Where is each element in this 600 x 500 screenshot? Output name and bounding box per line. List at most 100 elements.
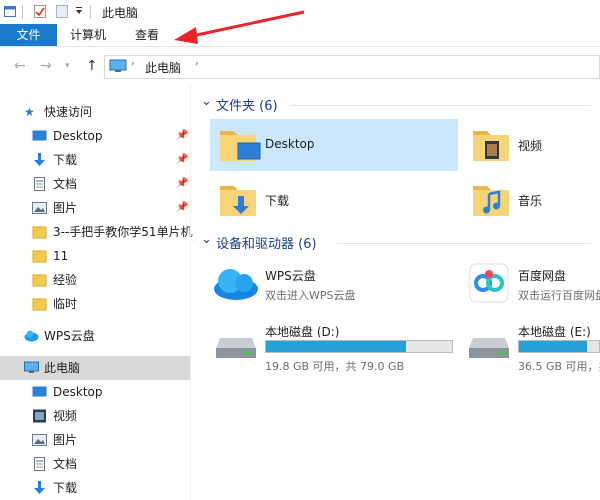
content-area: ⌄ 文件夹 (6) Desktop 视频 下载 音乐 ⌄ 设备和驱动器 (6)	[191, 84, 600, 500]
drive-free-space: 19.8 GB 可用，共 79.0 GB	[265, 360, 405, 373]
nav-item-documents[interactable]: 文档 📌	[0, 172, 190, 196]
breadcrumb-chevron-icon[interactable]: ›	[195, 59, 199, 69]
undo-check-icon[interactable]	[34, 5, 46, 18]
folder-tile-label: 下载	[265, 194, 290, 208]
nav-item-label: Desktop	[53, 129, 103, 143]
nav-item-label: 图片	[53, 433, 78, 447]
forward-arrow-icon[interactable]: →	[40, 58, 52, 74]
download-icon	[34, 481, 45, 494]
breadcrumb-this-pc[interactable]: 此电脑	[145, 59, 181, 76]
folder-tile-music[interactable]: 音乐	[463, 174, 600, 226]
download-folder-icon	[220, 186, 256, 216]
folder-tile-desktop[interactable]: Desktop	[210, 119, 458, 171]
video-folder-icon	[473, 131, 509, 161]
document-icon	[34, 177, 45, 191]
nav-item-desktop[interactable]: Desktop 📌	[0, 124, 190, 148]
nav-item-pictures[interactable]: 图片 📌	[0, 196, 190, 220]
nav-item-folder[interactable]: 11	[0, 244, 190, 268]
chevron-down-icon[interactable]	[75, 5, 83, 18]
pin-icon[interactable]: 📌	[176, 172, 188, 196]
back-arrow-icon[interactable]: ←	[14, 58, 26, 74]
tab-view[interactable]: 查看	[135, 24, 159, 46]
new-folder-icon[interactable]	[56, 5, 68, 18]
nav-pc-item-downloads[interactable]: 下载	[0, 476, 190, 500]
nav-item-label: 临时	[53, 297, 78, 311]
devices-section-title[interactable]: 设备和驱动器 (6)	[216, 233, 317, 252]
nav-item-label: 视频	[53, 409, 78, 423]
hard-drive-icon	[469, 338, 509, 358]
device-name: 百度网盘	[518, 269, 567, 283]
nav-item-label: 文档	[53, 177, 78, 191]
folder-tile-label: Desktop	[265, 137, 315, 151]
device-name: WPS云盘	[265, 269, 316, 283]
folder-tile-label: 视频	[518, 139, 543, 153]
up-arrow-icon[interactable]: ↑	[86, 58, 98, 74]
pin-icon[interactable]: 📌	[176, 124, 188, 148]
desktop-icon	[32, 386, 47, 397]
nav-quick-access-label: 快速访问	[44, 105, 93, 119]
qat-separator	[22, 5, 23, 19]
download-icon	[34, 153, 45, 166]
folders-section-title[interactable]: 文件夹 (6)	[216, 95, 278, 114]
drive-usage-fill	[519, 341, 587, 352]
folder-icon	[32, 298, 47, 311]
nav-quick-access[interactable]: ★ 快速访问	[0, 100, 190, 124]
desktop-folder-icon	[220, 131, 261, 161]
picture-icon	[32, 434, 47, 446]
section-chevron-icon[interactable]: ⌄	[201, 232, 212, 247]
nav-item-folder[interactable]: 经验	[0, 268, 190, 292]
device-tile-wps-cloud[interactable]: WPS云盘 双击进入WPS云盘	[210, 257, 458, 309]
this-pc-icon	[24, 361, 39, 373]
address-bar[interactable]: › 此电脑 ›	[104, 55, 600, 79]
device-tile-drive-e[interactable]: 本地磁盘 (E:) 36.5 GB 可用，共	[463, 316, 600, 376]
drive-usage-fill	[266, 341, 406, 352]
document-icon	[34, 457, 45, 471]
annotation-arrow	[174, 10, 305, 44]
nav-item-folder[interactable]: 临时	[0, 292, 190, 316]
nav-pc-item-documents[interactable]: 文档	[0, 452, 190, 476]
drive-usage-bar	[518, 340, 600, 353]
nav-this-pc-label: 此电脑	[44, 361, 81, 375]
star-icon: ★	[24, 105, 35, 119]
nav-this-pc[interactable]: 此电脑	[0, 356, 190, 380]
nav-wps-cloud-label: WPS云盘	[44, 329, 95, 343]
nav-item-label: 文档	[53, 457, 78, 471]
baidu-netdisk-icon	[469, 263, 509, 303]
tab-file[interactable]: 文件	[0, 24, 57, 46]
title-separator	[90, 5, 91, 19]
device-tile-baidu-netdisk[interactable]: 百度网盘 双击运行百度网盘	[463, 257, 600, 309]
nav-pc-item-videos[interactable]: 视频	[0, 404, 190, 428]
pin-icon[interactable]: 📌	[176, 148, 188, 172]
window-title: 此电脑	[102, 6, 139, 20]
section-chevron-icon[interactable]: ⌄	[201, 94, 212, 109]
drive-free-space: 36.5 GB 可用，共	[518, 360, 600, 373]
folder-tile-label: 音乐	[518, 194, 543, 208]
picture-icon	[32, 202, 47, 214]
wps-cloud-icon	[24, 330, 39, 342]
wps-cloud-icon	[214, 269, 258, 300]
recent-chevron-icon[interactable]: ▾	[65, 61, 70, 71]
folder-icon	[32, 274, 47, 287]
device-name: 本地磁盘 (D:)	[265, 325, 340, 339]
nav-item-label: 下载	[53, 481, 78, 495]
pin-icon[interactable]: 📌	[176, 196, 188, 220]
video-icon	[33, 409, 46, 423]
tab-computer[interactable]: 计算机	[70, 24, 106, 46]
nav-wps-cloud[interactable]: WPS云盘	[0, 324, 190, 348]
nav-item-label: 11	[53, 249, 69, 263]
this-pc-icon	[109, 59, 127, 72]
nav-item-label: 经验	[53, 273, 78, 287]
folder-tile-downloads[interactable]: 下载	[210, 174, 458, 226]
folder-tile-videos[interactable]: 视频	[463, 119, 600, 171]
device-description: 双击进入WPS云盘	[265, 289, 356, 302]
nav-pc-item-pictures[interactable]: 图片	[0, 428, 190, 452]
nav-item-downloads[interactable]: 下载 📌	[0, 148, 190, 172]
device-description: 双击运行百度网盘	[518, 289, 600, 302]
breadcrumb-chevron-icon[interactable]: ›	[131, 59, 135, 69]
hard-drive-icon	[216, 338, 256, 358]
device-tile-drive-d[interactable]: 本地磁盘 (D:) 19.8 GB 可用，共 79.0 GB	[210, 316, 458, 376]
nav-item-folder[interactable]: 3--手把手教你学51单片机	[0, 220, 193, 244]
properties-icon[interactable]	[4, 5, 16, 18]
address-row: ← → ▾ ↑ › 此电脑 ›	[0, 52, 600, 80]
nav-pc-item-desktop[interactable]: Desktop	[0, 380, 190, 404]
